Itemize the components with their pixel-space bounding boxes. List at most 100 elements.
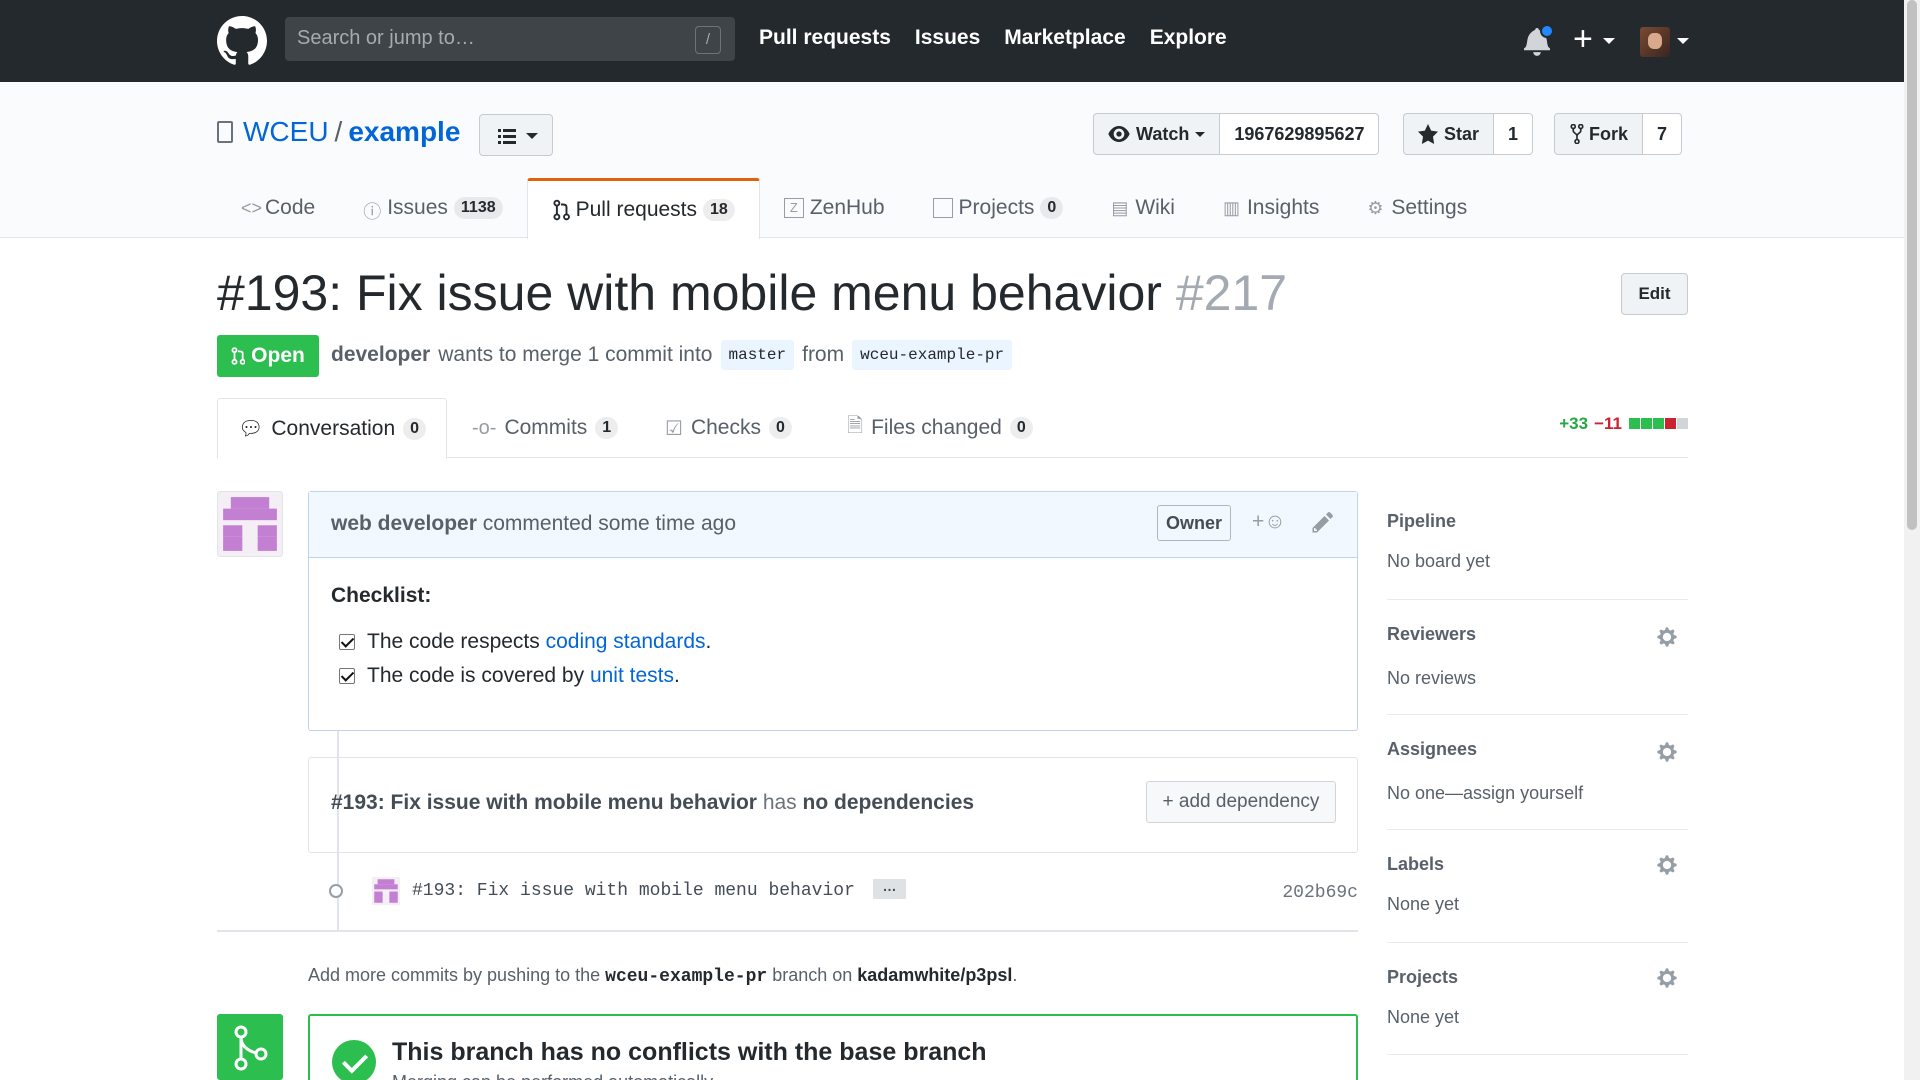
graph-icon: ▥ bbox=[1222, 198, 1240, 218]
file-diff-icon: 🗎︎ bbox=[847, 415, 864, 437]
pr-description-comment: web developer commented some time ago Ow… bbox=[308, 491, 1358, 731]
tab-wiki[interactable]: ▤ Wiki bbox=[1087, 178, 1199, 238]
nav-pull-requests[interactable]: Pull requests bbox=[759, 26, 891, 50]
watch-count[interactable]: 1967629895627 bbox=[1220, 113, 1380, 155]
sidebar-projects-heading[interactable]: Projects bbox=[1387, 967, 1458, 988]
pr-author-link[interactable]: developer bbox=[331, 343, 430, 367]
star-label: Star bbox=[1444, 123, 1480, 144]
commit-author-avatar[interactable] bbox=[372, 877, 400, 905]
sidebar-labels: Labels None yet bbox=[1387, 830, 1688, 943]
tab-zenhub[interactable]: Z ZenHub bbox=[760, 178, 909, 238]
tab-commits[interactable]: -o- Commits 1 bbox=[472, 398, 619, 458]
sidebar-pipeline-heading[interactable]: Pipeline bbox=[1387, 511, 1456, 532]
task-checkbox[interactable] bbox=[339, 634, 355, 650]
owner-badge: Owner bbox=[1157, 505, 1231, 541]
diffstat: +33 −11 bbox=[1559, 414, 1688, 434]
tab-commits-label: Commits bbox=[504, 416, 588, 439]
pr-title: #193: Fix issue with mobile menu behavio… bbox=[217, 264, 1287, 322]
push-note-after: . bbox=[1012, 965, 1018, 985]
commit-message-link[interactable]: #193: Fix issue with mobile menu behavio… bbox=[412, 881, 855, 901]
zenhub-icon: Z bbox=[783, 198, 804, 218]
tab-pull-requests[interactable]: Pull requests 18 bbox=[526, 178, 760, 239]
fork-label: Fork bbox=[1589, 123, 1629, 144]
fork-count[interactable]: 7 bbox=[1643, 113, 1683, 155]
user-avatar[interactable] bbox=[1640, 27, 1670, 57]
tab-insights[interactable]: ▥ Insights bbox=[1199, 178, 1343, 238]
tab-insights-label: Insights bbox=[1246, 196, 1320, 219]
create-new-plus-icon[interactable]: + bbox=[1573, 22, 1593, 56]
tab-settings[interactable]: ⚙ Settings bbox=[1343, 178, 1491, 238]
page-scrollbar[interactable] bbox=[1904, 0, 1920, 1080]
checklist-item-after: . bbox=[674, 664, 680, 687]
nav-marketplace[interactable]: Marketplace bbox=[1004, 26, 1125, 50]
tab-issues[interactable]: ⓘ Issues 1138 bbox=[339, 178, 526, 238]
repo-owner-link[interactable]: WCEU bbox=[243, 116, 329, 148]
create-new-caret-icon[interactable] bbox=[1603, 38, 1615, 44]
tab-files-changed[interactable]: 🗎︎ Files changed 0 bbox=[847, 398, 1033, 458]
zenhub-caret-icon bbox=[526, 133, 538, 139]
scrollbar-thumb[interactable] bbox=[1907, 0, 1917, 530]
timeline-divider bbox=[217, 930, 1358, 932]
tab-projects-label: Projects bbox=[958, 196, 1035, 219]
global-header: Search or jump to… / Pull requests Issue… bbox=[0, 0, 1904, 82]
unit-tests-link[interactable]: unit tests bbox=[590, 664, 674, 687]
user-menu-caret-icon[interactable] bbox=[1677, 38, 1689, 44]
pr-tabs: 💬︎ Conversation 0 -o- Commits 1 ☑ Checks… bbox=[217, 398, 1688, 459]
checklist-item-text: The code is covered by unit tests. bbox=[367, 664, 680, 688]
comment-body: Checklist: The code respects coding stan… bbox=[309, 558, 1357, 724]
base-branch[interactable]: master bbox=[720, 340, 795, 370]
commit-sha-link[interactable]: 202b69c bbox=[1282, 883, 1358, 903]
comment-author-avatar[interactable] bbox=[217, 491, 283, 557]
tab-checks-label: Checks bbox=[690, 416, 761, 439]
sidebar-labels-value: None yet bbox=[1387, 894, 1460, 914]
edit-button[interactable]: Edit bbox=[1621, 273, 1688, 315]
sidebar-assignees-value[interactable]: No one—assign yourself bbox=[1387, 783, 1583, 804]
checks-counter: 0 bbox=[768, 417, 792, 439]
add-reaction-icon[interactable]: +☺ bbox=[1252, 510, 1286, 534]
commit-expand-button[interactable]: … bbox=[873, 879, 906, 899]
push-note-repo: kadamwhite/p3psl bbox=[857, 965, 1013, 985]
github-logo-icon[interactable] bbox=[217, 16, 267, 66]
checklist-item: The code is covered by unit tests. bbox=[339, 664, 1335, 688]
eye-icon bbox=[1108, 126, 1130, 142]
checklist-heading: Checklist: bbox=[331, 584, 432, 607]
tab-projects[interactable]: Projects 0 bbox=[909, 178, 1088, 238]
star-button[interactable]: Star bbox=[1403, 113, 1495, 155]
star-count[interactable]: 1 bbox=[1494, 113, 1534, 155]
watch-group: Watch 1967629895627 bbox=[1093, 113, 1380, 155]
pr-sidebar: Pipeline No board yet Reviewers No revie… bbox=[1387, 491, 1688, 1055]
labels-gear-icon[interactable] bbox=[1656, 854, 1678, 876]
fork-button[interactable]: Fork bbox=[1554, 113, 1644, 155]
search-input[interactable]: Search or jump to… / bbox=[285, 17, 735, 61]
repo-title: WCEU / example bbox=[217, 116, 460, 148]
add-dependency-button[interactable]: + add dependency bbox=[1146, 781, 1336, 823]
sidebar-labels-heading[interactable]: Labels bbox=[1387, 854, 1444, 875]
git-merge-icon bbox=[217, 1014, 283, 1080]
comment-author-link[interactable]: web developer bbox=[331, 512, 477, 535]
tab-code[interactable]: <> Code bbox=[217, 178, 339, 238]
projects-counter: 0 bbox=[1040, 197, 1064, 219]
zenhub-menu-button[interactable] bbox=[479, 114, 553, 156]
comment-discussion-icon: 💬︎ bbox=[238, 418, 264, 440]
assignees-gear-icon[interactable] bbox=[1656, 741, 1678, 763]
nav-explore[interactable]: Explore bbox=[1150, 26, 1227, 50]
coding-standards-link[interactable]: coding standards bbox=[546, 630, 706, 653]
tab-issues-label: Issues bbox=[387, 196, 448, 219]
sidebar-reviewers-heading[interactable]: Reviewers bbox=[1387, 624, 1476, 645]
repo-name-link[interactable]: example bbox=[348, 116, 460, 148]
tab-conversation[interactable]: 💬︎ Conversation 0 bbox=[217, 398, 448, 459]
tab-files-changed-label: Files changed bbox=[871, 416, 1002, 439]
nav-issues[interactable]: Issues bbox=[915, 26, 980, 50]
edit-pencil-icon[interactable] bbox=[1312, 510, 1334, 534]
projects-gear-icon[interactable] bbox=[1656, 967, 1678, 989]
reviewers-gear-icon[interactable] bbox=[1656, 626, 1678, 648]
task-checkbox[interactable] bbox=[339, 668, 355, 684]
check-circle-icon bbox=[332, 1040, 376, 1080]
watch-caret-icon bbox=[1195, 131, 1206, 137]
head-branch[interactable]: wceu-example-pr bbox=[852, 340, 1013, 370]
tab-checks[interactable]: ☑ Checks 0 bbox=[665, 398, 792, 458]
pr-title-text: #193: Fix issue with mobile menu behavio… bbox=[217, 265, 1162, 321]
pr-state-label: Open bbox=[251, 344, 305, 367]
sidebar-assignees-heading[interactable]: Assignees bbox=[1387, 739, 1477, 760]
watch-button[interactable]: Watch bbox=[1093, 113, 1221, 155]
